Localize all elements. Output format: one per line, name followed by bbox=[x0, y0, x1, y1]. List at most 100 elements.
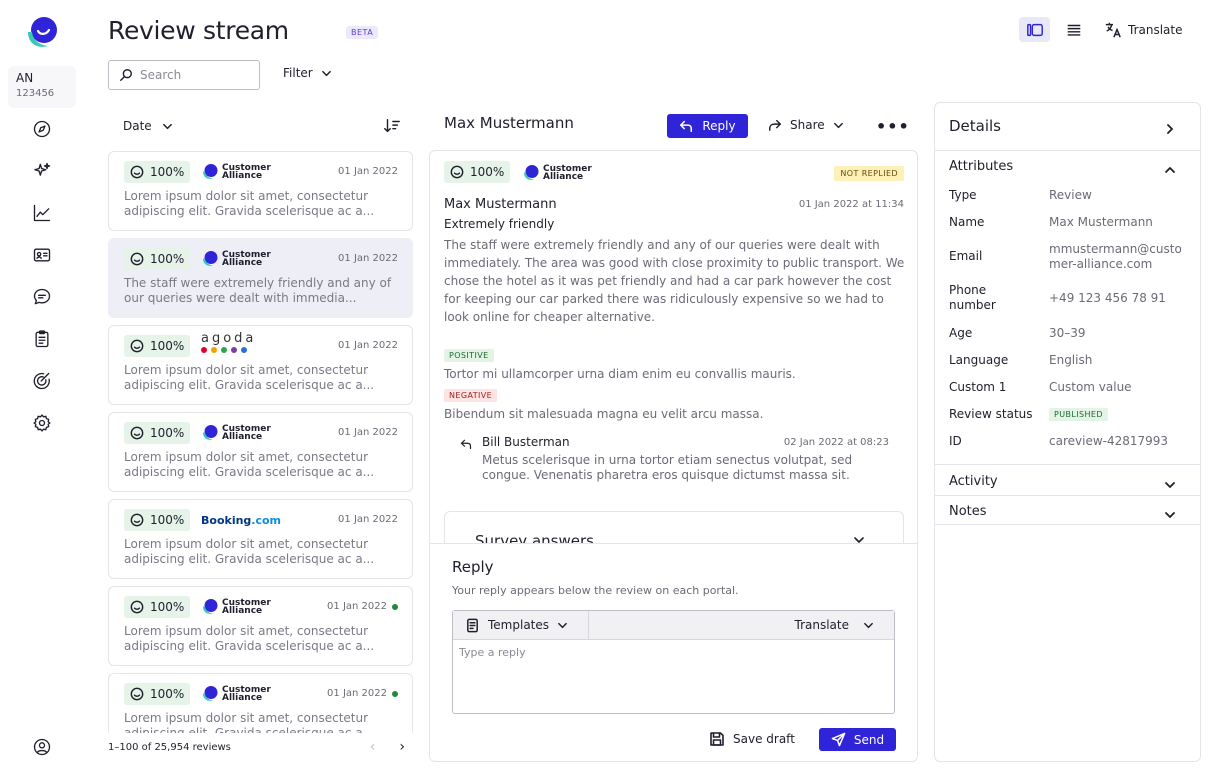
id-card-icon[interactable] bbox=[31, 244, 53, 266]
share-label: Share bbox=[790, 118, 825, 132]
brand-logo-icon[interactable] bbox=[24, 16, 60, 50]
review-date: 01 Jan 2022 bbox=[338, 514, 398, 525]
prev-page-icon[interactable]: ‹ bbox=[370, 739, 376, 755]
sort-field-dropdown[interactable]: Date bbox=[123, 119, 173, 133]
smile-icon bbox=[130, 339, 144, 353]
customer-alliance-logo-icon bbox=[203, 686, 218, 701]
score-badge: 100% bbox=[124, 422, 191, 444]
score-badge: 100% bbox=[124, 335, 191, 357]
negative-tag: NEGATIVE bbox=[444, 389, 498, 402]
smile-icon bbox=[130, 600, 144, 614]
chevron-down-icon bbox=[321, 70, 331, 76]
review-snippet: Lorem ipsum dolor sit amet, consectetur … bbox=[124, 537, 375, 566]
attr-key: Phone number bbox=[949, 283, 996, 312]
notes-section[interactable]: Notes bbox=[935, 495, 1200, 525]
target-check-icon[interactable] bbox=[31, 370, 53, 392]
attr-value: careview-42817993 bbox=[1049, 434, 1169, 448]
more-options-icon[interactable]: ••• bbox=[876, 117, 910, 136]
smile-icon bbox=[130, 252, 144, 266]
smile-icon bbox=[130, 426, 144, 440]
translate-dropdown[interactable]: Translate bbox=[795, 618, 875, 632]
chevron-right-icon[interactable] bbox=[1164, 120, 1176, 139]
floppy-disk-icon bbox=[710, 732, 724, 746]
attr-key: Language bbox=[949, 353, 1009, 367]
translate-dropdown-label: Translate bbox=[794, 618, 850, 632]
score-value: 100% bbox=[150, 252, 185, 266]
review-date-text: 01 Jan 2022 bbox=[327, 688, 387, 699]
review-list-item[interactable]: 100% Customer Alliance 01 Jan 2022 Lorem… bbox=[108, 412, 413, 492]
review-list-item[interactable]: 100% Booking.com 01 Jan 2022 Lorem ipsum… bbox=[108, 499, 413, 579]
send-button[interactable]: Send bbox=[819, 728, 896, 751]
score-badge: 100% bbox=[124, 509, 191, 531]
score-value: 100% bbox=[150, 600, 185, 614]
published-badge: PUBLISHED bbox=[1049, 408, 1108, 421]
chevron-up-icon[interactable] bbox=[1164, 161, 1176, 180]
chevron-down-icon bbox=[864, 622, 873, 628]
attr-value: +49 123 456 78 91 bbox=[1049, 291, 1166, 305]
user-profile-icon[interactable] bbox=[31, 736, 53, 758]
source-name: Customer Alliance bbox=[222, 598, 271, 616]
details-title: Details bbox=[949, 117, 1002, 135]
chart-line-icon[interactable] bbox=[31, 202, 53, 224]
reply-editor-toolbar: Templates Translate bbox=[453, 611, 894, 640]
source-name: Customer Alliance bbox=[222, 685, 271, 703]
source-logo: Customer Alliance bbox=[201, 249, 280, 269]
attributes-label[interactable]: Attributes bbox=[949, 159, 1013, 174]
review-date-text: 01 Jan 2022 bbox=[327, 601, 387, 612]
gear-icon[interactable] bbox=[31, 412, 53, 434]
review-date-text: 01 Jan 2022 bbox=[338, 427, 398, 438]
agoda-dots-icon bbox=[201, 347, 247, 353]
survey-answers-accordion[interactable]: Survey answers bbox=[444, 511, 904, 543]
list-view-button[interactable] bbox=[1062, 17, 1086, 42]
review-list-item[interactable]: 100% agoda 01 Jan 2022 Lorem ipsum dolor… bbox=[108, 325, 413, 405]
sort-order-icon[interactable] bbox=[383, 117, 401, 135]
share-dropdown[interactable]: Share bbox=[768, 118, 844, 132]
next-page-icon[interactable]: › bbox=[399, 739, 405, 755]
search-input[interactable] bbox=[140, 68, 250, 82]
templates-dropdown[interactable]: Templates bbox=[465, 611, 590, 639]
split-view-button[interactable] bbox=[1019, 17, 1050, 42]
chevron-down-icon bbox=[1164, 476, 1176, 495]
translate-button[interactable]: Translate bbox=[1104, 17, 1183, 42]
chevron-down-icon bbox=[854, 537, 864, 543]
review-author: Max Mustermann bbox=[444, 197, 557, 212]
source-logo: Customer Alliance bbox=[201, 597, 280, 617]
attributes-section: Attributes Type Review Name Max Musterma… bbox=[935, 150, 1200, 464]
review-list-item[interactable]: 100% Customer Alliance 01 Jan 2022 Lorem… bbox=[108, 586, 413, 666]
compass-icon[interactable] bbox=[31, 118, 53, 140]
search-icon bbox=[120, 69, 132, 81]
attr-value: Custom value bbox=[1049, 380, 1132, 394]
sparkles-icon[interactable] bbox=[31, 160, 53, 182]
source-logo: Customer Alliance bbox=[201, 423, 280, 443]
score-badge: 100% bbox=[124, 683, 191, 705]
account-switcher[interactable]: AN 123456 bbox=[8, 66, 76, 108]
smile-icon bbox=[130, 687, 144, 701]
reply-button-label: Reply bbox=[702, 119, 736, 133]
smile-icon bbox=[130, 513, 144, 527]
review-list-item[interactable]: 100% Customer Alliance 01 Jan 2022 Lorem… bbox=[108, 673, 413, 733]
attr-key: Type bbox=[949, 188, 977, 202]
account-initials: AN bbox=[16, 71, 34, 85]
filter-dropdown[interactable]: Filter bbox=[283, 66, 332, 80]
clipboard-icon[interactable] bbox=[31, 328, 53, 350]
unread-dot bbox=[392, 690, 398, 697]
review-snippet: The staff were extremely friendly and an… bbox=[124, 276, 392, 305]
review-list-item[interactable]: 100% Customer Alliance 01 Jan 2022 Lorem… bbox=[108, 151, 413, 231]
review-list-item-selected[interactable]: 100% Customer Alliance 01 Jan 2022 The s… bbox=[108, 238, 413, 318]
activity-section[interactable]: Activity bbox=[935, 464, 1200, 495]
review-date: 01 Jan 2022 bbox=[327, 601, 398, 612]
source-name: Customer Alliance bbox=[222, 163, 271, 181]
activity-label: Activity bbox=[949, 474, 998, 489]
negative-text: Bibendum sit malesuada magna eu velit ar… bbox=[444, 407, 764, 421]
save-draft-button[interactable]: Save draft bbox=[709, 731, 795, 747]
chat-bubble-icon[interactable] bbox=[31, 286, 53, 308]
reply-composer: Reply Your reply appears below the revie… bbox=[430, 543, 917, 761]
nav-rail: AN 123456 bbox=[0, 0, 84, 768]
attr-key: Email bbox=[949, 249, 983, 263]
reply-textarea[interactable] bbox=[453, 640, 894, 710]
score-badge: 100% bbox=[444, 161, 511, 183]
reply-button[interactable]: Reply bbox=[667, 114, 748, 138]
review-date-text: 01 Jan 2022 bbox=[338, 514, 398, 525]
customer-alliance-logo-icon bbox=[524, 165, 539, 180]
search-box[interactable] bbox=[108, 60, 260, 90]
